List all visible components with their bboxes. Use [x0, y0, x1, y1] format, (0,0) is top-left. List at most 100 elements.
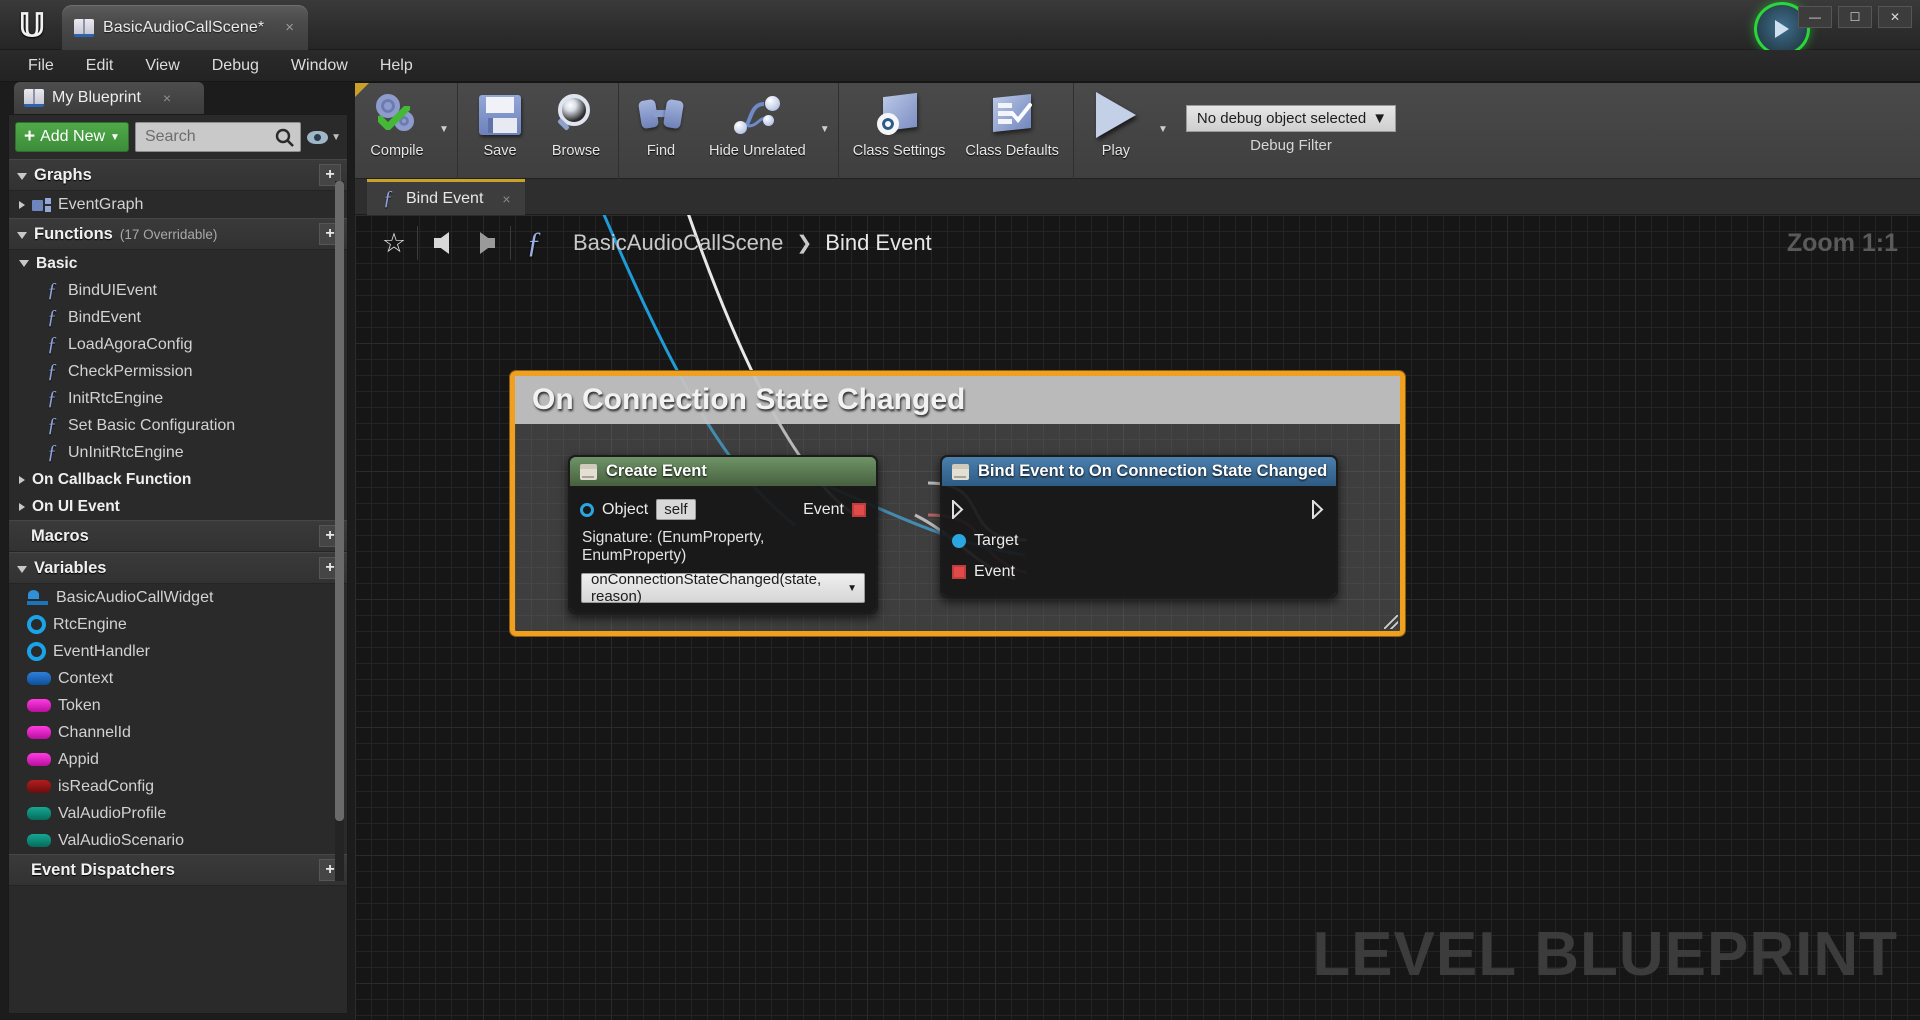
function-icon: ƒ: [47, 441, 57, 463]
list-item-variable[interactable]: ChannelId: [9, 719, 347, 746]
list-item-variable[interactable]: ValAudioProfile: [9, 800, 347, 827]
event-signature-dropdown[interactable]: onConnectionStateChanged(state, reason) …: [581, 571, 865, 605]
hide-unrelated-button[interactable]: Hide Unrelated: [699, 83, 816, 175]
list-item-function[interactable]: ƒ LoadAgoraConfig: [9, 331, 347, 358]
search-input[interactable]: Search: [134, 122, 302, 152]
menu-view[interactable]: View: [131, 53, 193, 79]
breadcrumb-root[interactable]: BasicAudioCallScene: [573, 230, 783, 256]
arrow-right-icon: [479, 232, 495, 254]
menu-file[interactable]: File: [14, 53, 68, 79]
list-item-function[interactable]: ƒ BindUIEvent: [9, 277, 347, 304]
exec-input-pin-icon[interactable]: [952, 500, 966, 519]
my-blueprint-panel: My Blueprint × + Add New ▼ Search ▼ Grap…: [0, 82, 355, 1020]
find-button[interactable]: Find: [623, 83, 699, 175]
section-event-dispatchers[interactable]: Event Dispatchers +: [9, 854, 347, 886]
function-icon: ƒ: [526, 226, 542, 259]
maximize-button[interactable]: ☐: [1838, 6, 1872, 28]
document-tab-close-icon[interactable]: ×: [285, 19, 294, 36]
list-item-function[interactable]: ƒ InitRtcEngine: [9, 385, 347, 412]
delegate-pin-icon[interactable]: [952, 564, 966, 579]
object-pin-icon[interactable]: [580, 502, 594, 517]
section-macros[interactable]: Macros +: [9, 520, 347, 552]
browse-label: Browse: [551, 143, 601, 159]
pin-row-target[interactable]: Target: [942, 525, 1336, 556]
exec-output-pin-icon[interactable]: [1312, 500, 1326, 519]
browse-button[interactable]: Browse: [538, 83, 614, 175]
node-bind-event[interactable]: Bind Event to On Connection State Change…: [940, 455, 1338, 598]
node-create-event-body: Object self Event Signature: (EnumProper…: [570, 486, 876, 612]
eventgraph-expand-icon[interactable]: [19, 200, 25, 209]
comment-resize-handle[interactable]: [1384, 615, 1398, 629]
navigate-back-button[interactable]: [418, 215, 464, 271]
compile-button[interactable]: Compile: [359, 83, 435, 175]
section-variables[interactable]: Variables +: [9, 552, 347, 584]
functions-expand-icon[interactable]: [17, 231, 27, 239]
bookmark-star-button[interactable]: ☆: [371, 215, 417, 271]
add-new-button[interactable]: + Add New ▼: [15, 122, 129, 152]
list-item-variable[interactable]: EventHandler: [9, 638, 347, 665]
list-item-function[interactable]: ƒ CheckPermission: [9, 358, 347, 385]
debug-object-select[interactable]: No debug object selected ▼: [1185, 105, 1397, 132]
checkmark-icon: [378, 106, 410, 130]
compile-dropdown-caret-icon[interactable]: ▼: [435, 83, 453, 175]
basic-expand-icon[interactable]: [19, 260, 29, 267]
menu-edit[interactable]: Edit: [72, 53, 128, 79]
graphs-expand-icon[interactable]: [17, 172, 27, 180]
pin-row-object[interactable]: Object self Event: [570, 494, 876, 525]
delegate-pin-icon[interactable]: [852, 502, 866, 517]
menu-window[interactable]: Window: [277, 53, 362, 79]
list-item-function[interactable]: ƒ Set Basic Configuration: [9, 412, 347, 439]
class-settings-button[interactable]: Class Settings: [843, 83, 956, 175]
document-tab-basicaudiocallscene[interactable]: BasicAudioCallScene* ×: [62, 5, 308, 50]
list-item-variable[interactable]: BasicAudioCallWidget: [9, 584, 347, 611]
pin-label-event: Event: [803, 500, 844, 518]
object-pin-value[interactable]: self: [656, 499, 696, 520]
basic-label: Basic: [36, 254, 78, 272]
list-item-variable[interactable]: Token: [9, 692, 347, 719]
list-item-variable[interactable]: RtcEngine: [9, 611, 347, 638]
section-functions[interactable]: Functions (17 Overridable) +: [9, 218, 347, 250]
list-item-variable[interactable]: isReadConfig: [9, 773, 347, 800]
play-button[interactable]: Play: [1078, 83, 1154, 175]
target-pin-icon[interactable]: [952, 533, 966, 548]
my-blueprint-tab-close-icon[interactable]: ×: [163, 90, 171, 106]
list-item-variable[interactable]: Context: [9, 665, 347, 692]
hide-unrelated-caret-icon[interactable]: ▼: [816, 83, 834, 175]
function-category-on-ui-event[interactable]: On UI Event: [9, 493, 347, 520]
my-blueprint-tab[interactable]: My Blueprint ×: [14, 82, 204, 114]
save-button[interactable]: Save: [462, 83, 538, 175]
list-item-eventgraph[interactable]: EventGraph: [9, 191, 347, 218]
list-item-function[interactable]: ƒ UnInitRtcEngine: [9, 439, 347, 466]
list-item-variable[interactable]: ValAudioScenario: [9, 827, 347, 854]
node-create-event-header[interactable]: Create Event: [570, 457, 876, 486]
toolbar-group-class: Class Settings Class Defaults: [839, 83, 1074, 179]
graph-tab-bind-event[interactable]: ƒ Bind Event ×: [367, 179, 525, 215]
class-defaults-button[interactable]: Class Defaults: [955, 83, 1068, 175]
visibility-options-button[interactable]: ▼: [307, 130, 341, 144]
node-create-event[interactable]: Create Event Object self Event Signature…: [568, 455, 878, 614]
scrollbar-thumb[interactable]: [335, 181, 344, 821]
section-graphs[interactable]: Graphs +: [9, 159, 347, 191]
variables-expand-icon[interactable]: [17, 565, 27, 573]
comment-title[interactable]: On Connection State Changed: [515, 376, 1400, 424]
blueprint-canvas[interactable]: ☆ ƒ BasicAudioCallScene ❯ Bind Event Zoo…: [355, 215, 1920, 1020]
menu-debug[interactable]: Debug: [198, 53, 273, 79]
close-button[interactable]: ✕: [1878, 6, 1912, 28]
minimize-button[interactable]: —: [1798, 6, 1832, 28]
menu-help[interactable]: Help: [366, 53, 427, 79]
eventgraph-label: EventGraph: [58, 195, 144, 213]
on-ui-event-expand-icon[interactable]: [19, 502, 25, 511]
graph-tab-close-icon[interactable]: ×: [502, 191, 510, 207]
breadcrumb-current[interactable]: Bind Event: [825, 230, 931, 256]
my-blueprint-scrollbar[interactable]: [335, 181, 344, 881]
function-category-on-callback-function[interactable]: On Callback Function: [9, 466, 347, 493]
on-callback-function-expand-icon[interactable]: [19, 475, 25, 484]
list-item-variable[interactable]: Appid: [9, 746, 347, 773]
function-category-basic[interactable]: Basic: [9, 250, 347, 277]
play-dropdown-caret-icon[interactable]: ▼: [1154, 83, 1172, 175]
pin-row-exec[interactable]: [942, 494, 1336, 525]
pin-row-event[interactable]: Event: [942, 556, 1336, 587]
node-bind-event-header[interactable]: Bind Event to On Connection State Change…: [942, 457, 1336, 486]
navigate-forward-button[interactable]: [464, 215, 510, 271]
list-item-function[interactable]: ƒ BindEvent: [9, 304, 347, 331]
